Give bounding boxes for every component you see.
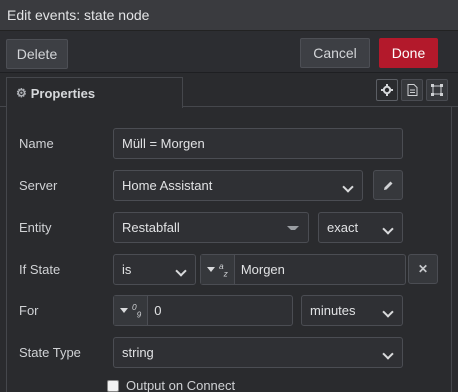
- tab-properties-label: Properties: [30, 85, 96, 101]
- tray-toolbar: Delete Cancel Done: [0, 31, 458, 73]
- edit-icon: [383, 181, 392, 190]
- if-state-label: If State: [19, 262, 61, 277]
- state-type-select[interactable]: string: [113, 337, 403, 368]
- settings-tab-icon[interactable]: [376, 79, 398, 101]
- string-type-icon: az: [219, 260, 228, 279]
- appearance-tab-icon[interactable]: [426, 79, 448, 101]
- chevron-down-icon: [207, 267, 215, 272]
- description-tab-icon[interactable]: [401, 79, 423, 101]
- tab-bar: ⚙ Properties: [0, 73, 458, 108]
- edit-panel: ⚙ Properties Name Müll = Morgen Server H…: [0, 73, 458, 392]
- for-label: For: [19, 303, 39, 318]
- state-type-label: State Type: [19, 345, 81, 360]
- edit-server-button[interactable]: [373, 170, 403, 200]
- server-select[interactable]: Home Assistant: [113, 170, 363, 201]
- output-on-connect-row: Output on Connect: [107, 378, 235, 392]
- tab-icon-group: [376, 79, 448, 101]
- close-icon: ✕: [417, 262, 429, 276]
- if-state-value: Morgen: [240, 262, 285, 277]
- chevron-down-icon: [120, 308, 128, 313]
- name-input[interactable]: Müll = Morgen: [113, 128, 403, 159]
- entity-value: Restabfall: [122, 220, 180, 235]
- if-state-operator-value: is: [122, 262, 132, 277]
- for-typed-input[interactable]: 09 0: [113, 295, 293, 326]
- for-type-picker[interactable]: 09: [114, 296, 149, 325]
- entity-input[interactable]: Restabfall: [113, 212, 309, 243]
- description-icon: [407, 84, 417, 96]
- for-value: 0: [154, 303, 162, 318]
- if-state-operator-select[interactable]: is: [113, 254, 196, 285]
- output-on-connect-checkbox[interactable]: [107, 379, 119, 392]
- output-on-connect-label: Output on Connect: [126, 378, 236, 392]
- done-button[interactable]: Done: [379, 38, 438, 68]
- for-unit-select[interactable]: minutes: [301, 295, 403, 326]
- for-unit-value: minutes: [310, 303, 356, 318]
- server-label: Server: [19, 178, 58, 193]
- server-value: Home Assistant: [122, 178, 213, 193]
- gear-icon: [381, 84, 393, 96]
- entity-match-value: exact: [327, 220, 359, 235]
- delete-button[interactable]: Delete: [6, 39, 68, 69]
- gear-icon: ⚙: [16, 86, 27, 100]
- if-state-typed-input[interactable]: az Morgen: [200, 254, 406, 285]
- number-type-icon: 09: [132, 301, 142, 320]
- name-label: Name: [19, 136, 54, 151]
- appearance-icon: [431, 84, 443, 96]
- tray-header: Edit events: state node: [0, 0, 458, 31]
- entity-label: Entity: [19, 220, 52, 235]
- if-state-type-picker[interactable]: az: [201, 255, 235, 284]
- cancel-button[interactable]: Cancel: [300, 38, 370, 68]
- entity-match-select[interactable]: exact: [318, 212, 403, 243]
- tray-title: Edit events: state node: [7, 7, 150, 23]
- state-type-value: string: [122, 345, 154, 360]
- clear-if-state-button[interactable]: ✕: [408, 254, 438, 284]
- properties-body: Name Müll = Morgen Server Home Assistant…: [6, 107, 452, 392]
- tab-properties[interactable]: ⚙ Properties: [6, 77, 183, 108]
